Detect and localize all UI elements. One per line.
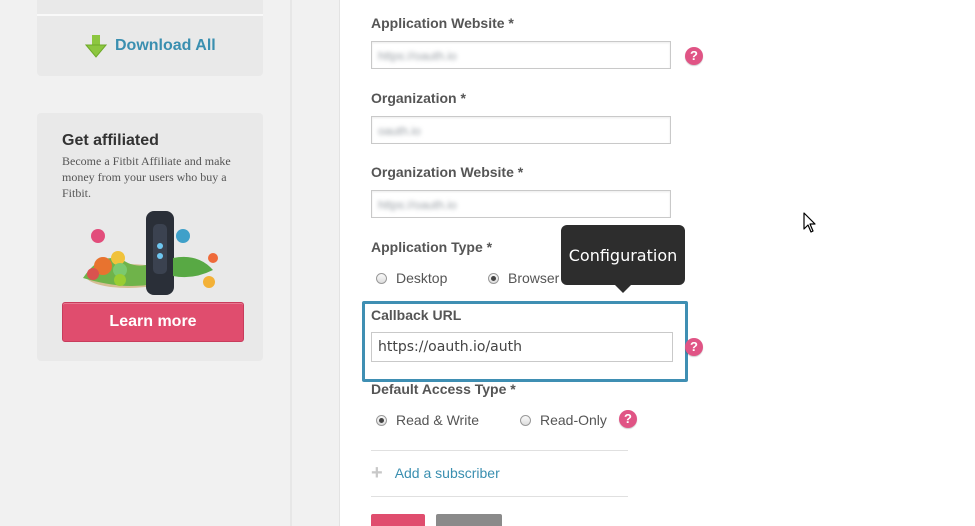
org-website-field[interactable]: https://oauth.io (371, 190, 671, 218)
read-write-option-label: Read & Write (396, 412, 479, 428)
app-website-field[interactable]: https://oauth.io (371, 41, 671, 69)
sidebar-divider (290, 0, 292, 526)
app-type-label: Application Type * (371, 239, 493, 255)
organization-label: Organization * (371, 90, 466, 106)
radio-read-write[interactable] (376, 414, 387, 426)
read-only-option-label: Read-Only (540, 412, 607, 428)
app-type-desktop[interactable]: Desktop (376, 270, 447, 286)
download-arrow-icon (85, 35, 107, 58)
cancel-button[interactable] (436, 514, 502, 526)
download-all-label: Download All (115, 37, 216, 54)
default-access-label: Default Access Type * (371, 381, 516, 397)
org-website-value: https://oauth.io (378, 198, 457, 212)
org-website-label: Organization Website * (371, 164, 524, 180)
plus-icon: + (371, 462, 383, 484)
radio-browser[interactable] (488, 272, 499, 284)
radio-desktop[interactable] (376, 272, 387, 284)
divider (371, 496, 628, 497)
app-website-label: Application Website * (371, 15, 514, 31)
access-read-write[interactable]: Read & Write (376, 412, 479, 428)
help-icon[interactable]: ? (685, 338, 703, 356)
card-separator (37, 14, 263, 16)
submit-button[interactable] (371, 514, 425, 526)
organization-value: oauth.io (378, 124, 421, 138)
mouse-cursor-icon (803, 212, 816, 233)
app-type-browser[interactable]: Browser (488, 270, 559, 286)
add-subscriber-link[interactable]: + Add a subscriber (371, 462, 500, 484)
fitbit-illustration (83, 211, 218, 295)
download-all-link[interactable]: Download All (85, 34, 216, 58)
add-subscriber-label: Add a subscriber (394, 465, 500, 481)
help-icon[interactable]: ? (619, 410, 637, 428)
affiliate-description: Become a Fitbit Affiliate and make money… (62, 154, 231, 200)
access-read-only[interactable]: Read-Only (520, 412, 607, 428)
sidebar: Download All Get affiliated Become a Fit… (0, 0, 292, 526)
browser-option-label: Browser (508, 270, 560, 286)
app-website-value: https://oauth.io (378, 49, 457, 63)
learn-more-button[interactable]: Learn more (62, 302, 244, 342)
organization-field[interactable]: oauth.io (371, 116, 671, 144)
app-form-panel: Application Website * https://oauth.io ?… (339, 0, 975, 526)
divider (371, 450, 628, 451)
desktop-option-label: Desktop (396, 270, 448, 286)
download-card: Download All (37, 0, 263, 76)
affiliate-title: Get affiliated (62, 132, 159, 149)
affiliate-card: Get affiliated Become a Fitbit Affiliate… (37, 113, 263, 361)
configuration-tooltip: Configuration (561, 225, 685, 293)
callback-url-input[interactable] (371, 332, 673, 362)
radio-read-only[interactable] (520, 414, 531, 426)
help-icon[interactable]: ? (685, 47, 703, 65)
callback-url-label: Callback URL (371, 307, 462, 323)
